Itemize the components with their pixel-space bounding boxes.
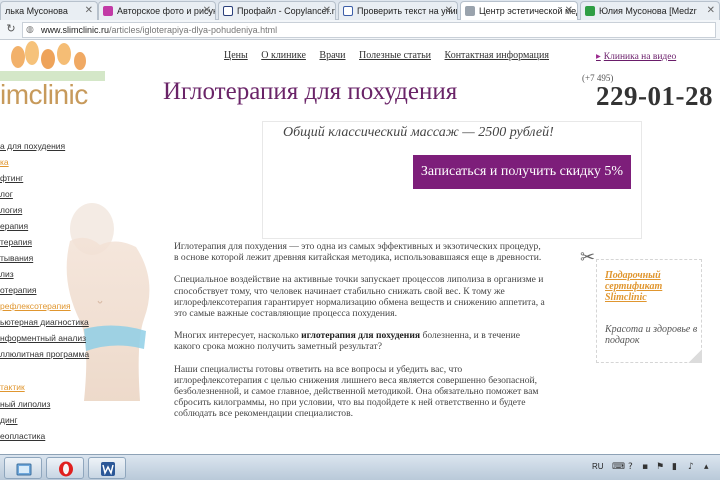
document-icon — [343, 6, 353, 16]
volume-icon[interactable]: ♪ — [688, 462, 694, 472]
scissors-icon: ✂ — [580, 247, 596, 268]
gift-certificate-subtitle: Красота и здоровье в подарок — [605, 324, 698, 346]
sidebar-item[interactable]: лиз — [0, 269, 14, 279]
tab-label: Юлия Мусонова [Medzr — [599, 6, 697, 16]
taskbar-opera-button[interactable] — [46, 457, 84, 479]
tab-label: лька Мусонова — [5, 6, 68, 16]
close-tab-icon[interactable]: ✕ — [323, 5, 331, 16]
sidebar-item[interactable]: а для похудения — [0, 141, 65, 151]
top-navigation: Цены О клинике Врачи Полезные статьи Кон… — [224, 50, 560, 61]
sidebar-item[interactable]: отерапия — [0, 285, 36, 295]
copylancer-icon — [223, 6, 233, 16]
tray-app-icon[interactable]: ▪ — [642, 462, 648, 472]
nav-prices[interactable]: Цены — [224, 50, 248, 61]
tab-label: Проверить текст на уник — [357, 6, 458, 16]
url-text: www.slimclinic.ru/articles/igloterapiya-… — [41, 25, 277, 35]
nav-contacts[interactable]: Контактная информация — [445, 50, 549, 61]
web-page: imclinic Цены О клинике Врачи Полезные с… — [0, 41, 720, 454]
tab-label: Авторское фото и рисунк — [117, 6, 216, 16]
article-paragraph-4: Наши специалисты готовы ответить на все … — [174, 363, 539, 420]
flag-icon[interactable]: ⚑ — [656, 462, 664, 472]
nav-doctors[interactable]: Врачи — [319, 50, 345, 61]
help-icon[interactable]: ? — [628, 462, 633, 472]
sidebar-item[interactable]: ка — [0, 157, 9, 167]
windows-taskbar: RU ⌨ ? ▪ ⚑ ▮ ♪ ▴ — [0, 454, 720, 480]
browser-tab-1[interactable]: лька Мусонова ✕ — [0, 1, 98, 20]
browser-tab-3[interactable]: Профайл - Copylancer.ru ✕ — [218, 1, 336, 20]
tulips-logo-image — [0, 41, 105, 81]
sidebar-item[interactable]: ерапия — [0, 221, 28, 231]
article-paragraph-2: Специальное воздействие на активные точк… — [174, 274, 545, 320]
word-icon — [101, 462, 115, 476]
video-link-label: Клиника на видео — [603, 52, 677, 62]
article-paragraph-3: Многих интересует, насколько иглотерапия… — [174, 330, 546, 352]
gift-certificate-card[interactable]: Подарочный сертификат Slimclinic Красота… — [596, 259, 702, 363]
tray-expand-icon[interactable]: ▴ — [704, 462, 709, 472]
sidebar-item[interactable]: логия — [0, 205, 22, 215]
url-domain: www.slimclinic.ru — [41, 25, 110, 35]
globe-icon: ◍ — [26, 25, 34, 35]
opera-icon — [59, 461, 73, 477]
tab-label: Профайл - Copylancer.ru — [237, 6, 336, 16]
address-bar: ↻ ◍ www.slimclinic.ru/articles/igloterap… — [0, 20, 720, 40]
page-title: Иглотерапия для похудения — [163, 78, 458, 105]
browser-tab-2[interactable]: Авторское фото и рисунк ✕ — [98, 1, 216, 20]
pink-circle-icon — [103, 6, 113, 16]
close-tab-icon[interactable]: ✕ — [85, 5, 93, 16]
taskbar-explorer-button[interactable] — [4, 457, 42, 479]
sidebar-item[interactable]: динг — [0, 415, 18, 425]
bold-keyword: иглотерапия для похудения — [301, 330, 421, 342]
article-paragraph-1: Иглотерапия для похудения — это одна из … — [174, 241, 542, 264]
browser-tab-6[interactable]: Юлия Мусонова [Medzr ✕ — [580, 1, 720, 20]
url-path: /articles/igloterapiya-dlya-pohudeniya.h… — [109, 25, 278, 35]
close-tab-icon[interactable]: ✕ — [445, 5, 453, 16]
close-tab-icon[interactable]: ✕ — [707, 5, 715, 16]
article-body: Иглотерапия для похудения — это одна из … — [174, 241, 546, 431]
site-logo[interactable]: imclinic — [0, 79, 88, 111]
window-explorer-icon — [16, 463, 32, 476]
url-field[interactable]: ◍ www.slimclinic.ru/articles/igloterapiy… — [22, 22, 716, 38]
sidebar-item[interactable]: нформентный анализ — [0, 333, 86, 343]
sidebar-item[interactable]: еопластика — [0, 431, 45, 441]
green-circle-icon — [585, 6, 595, 16]
close-tab-icon[interactable]: ✕ — [565, 5, 573, 16]
browser-tab-strip: лька Мусонова ✕ Авторское фото и рисунк … — [0, 0, 720, 21]
taskbar-word-button[interactable] — [88, 457, 126, 479]
sidebar-item[interactable]: лог — [0, 189, 13, 199]
close-tab-icon[interactable]: ✕ — [203, 5, 211, 16]
browser-tab-4[interactable]: Проверить текст на уник ✕ — [338, 1, 458, 20]
sidebar-item[interactable]: фтинг — [0, 173, 23, 183]
video-link[interactable]: ▸ Клиника на видео — [596, 51, 676, 62]
sidebar-item[interactable]: ный липолиз — [0, 399, 50, 409]
sidebar-item[interactable]: ллюлитная программа — [0, 349, 89, 359]
tab-label: Центр эстетической меди — [479, 6, 578, 16]
nav-about[interactable]: О клинике — [261, 50, 306, 61]
clinic-icon — [465, 6, 475, 16]
book-discount-button[interactable]: Записаться и получить скидку 5% — [413, 155, 631, 189]
nav-articles[interactable]: Полезные статьи — [359, 50, 431, 61]
promo-text: Общий классический массаж — 2500 рублей! — [283, 125, 554, 140]
language-indicator[interactable]: RU — [592, 462, 604, 471]
browser-tab-active[interactable]: Центр эстетической меди ✕ — [460, 1, 578, 21]
sidebar-item[interactable]: тывания — [0, 253, 33, 263]
sidebar-item[interactable]: рефлексотерапия — [0, 301, 71, 311]
gift-certificate-title[interactable]: Подарочный сертификат Slimclinic — [605, 270, 701, 303]
paragraph-text: Многих интересует, насколько — [174, 330, 302, 342]
play-arrow-icon: ▸ — [596, 52, 601, 62]
network-icon[interactable]: ▮ — [672, 462, 677, 472]
page-fold-corner — [688, 349, 702, 363]
promo-banner: Общий классический массаж — 2500 рублей!… — [262, 121, 642, 239]
sidebar-item[interactable]: ьютерная диагностика — [0, 317, 89, 327]
sidebar-item[interactable]: терапия — [0, 237, 32, 247]
refresh-icon[interactable]: ↻ — [4, 22, 18, 36]
sidebar-item[interactable]: тактик — [0, 382, 25, 392]
keyboard-icon[interactable]: ⌨ — [612, 462, 625, 472]
phone-number: 229-01-28 — [596, 81, 713, 111]
